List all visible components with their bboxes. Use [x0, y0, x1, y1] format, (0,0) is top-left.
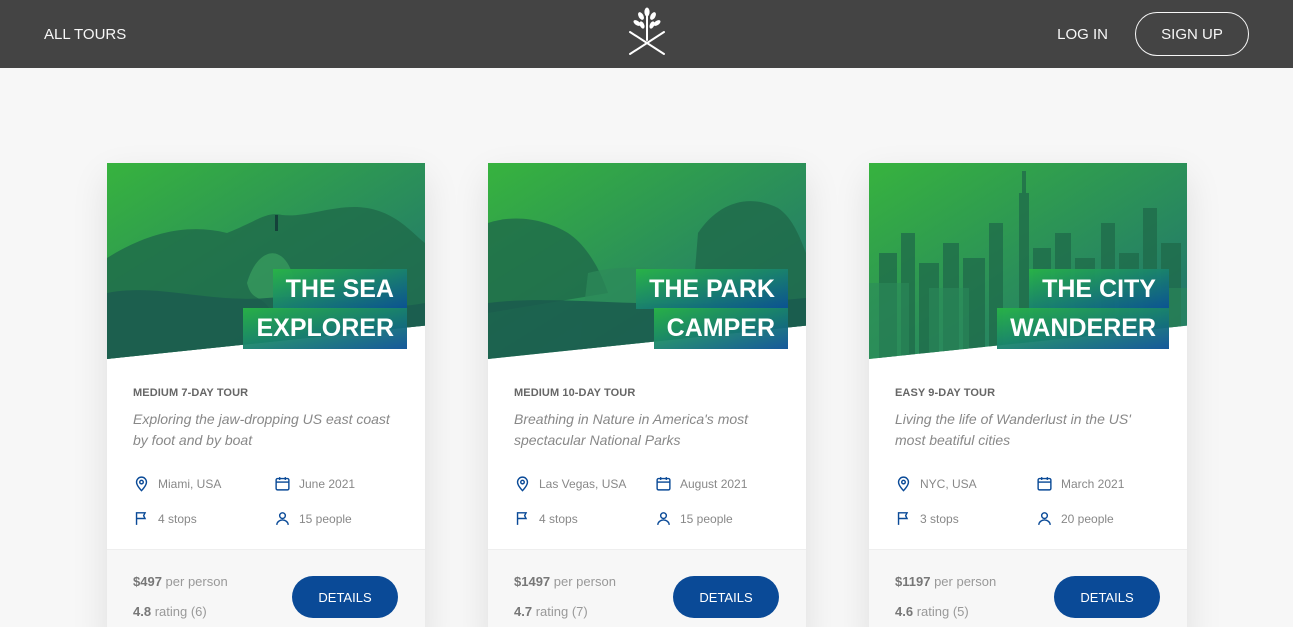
card-footer: $1497 per person 4.7 rating (7) DETAILS — [488, 549, 806, 627]
fact-location: Las Vegas, USA — [514, 474, 655, 493]
tour-price: $1497 per person — [514, 574, 616, 589]
fact-location-text: Las Vegas, USA — [539, 476, 627, 491]
map-pin-icon — [516, 476, 529, 492]
rating-suffix: rating (6) — [154, 604, 207, 619]
tour-title-line2: WANDERER — [997, 308, 1169, 349]
tour-price: $497 per person — [133, 574, 228, 589]
tour-description: Living the life of Wanderlust in the US'… — [895, 411, 1131, 448]
price-value: $1497 — [514, 574, 551, 589]
login-link[interactable]: LOG IN — [1057, 26, 1108, 43]
fact-stops-text: 4 stops — [158, 511, 197, 526]
fact-people-text: 15 people — [299, 511, 352, 526]
tour-title-line2: CAMPER — [653, 308, 788, 349]
card-header: THE SEA EXPLORER — [107, 163, 425, 359]
tour-subheading: MEDIUM 7-DAY TOUR — [133, 387, 249, 399]
calendar-icon — [656, 477, 671, 491]
fact-location-text: Miami, USA — [158, 476, 222, 491]
price-suffix: per person — [553, 574, 616, 589]
tour-facts: NYC, USA March 2021 3 stops 20 people — [895, 474, 1161, 528]
rating-value: 4.8 — [133, 604, 152, 619]
tour-facts: Miami, USA June 2021 4 stops 15 people — [133, 474, 399, 528]
fact-people-text: 15 people — [680, 511, 733, 526]
tour-card: THE SEA EXPLORER MEDIUM 7-DAY TOUR Explo… — [107, 163, 425, 627]
tour-card: THE PARK CAMPER MEDIUM 10-DAY TOUR Breat… — [488, 163, 806, 627]
fact-date: June 2021 — [274, 474, 404, 493]
tour-title-line2: EXPLORER — [243, 308, 407, 349]
fact-date-text: August 2021 — [680, 476, 748, 491]
fact-people-text: 20 people — [1061, 511, 1114, 526]
fact-people: 15 people — [655, 509, 785, 528]
tree-logo-icon[interactable] — [626, 4, 668, 58]
card-footer: $497 per person 4.8 rating (6) DETAILS — [107, 549, 425, 627]
fact-location: Miami, USA — [133, 474, 274, 493]
card-header: THE PARK CAMPER — [488, 163, 806, 359]
card-details: EASY 9-DAY TOUR Living the life of Wande… — [869, 359, 1187, 528]
flag-icon — [516, 512, 528, 525]
user-icon — [276, 512, 289, 525]
rating-suffix: rating (7) — [535, 604, 588, 619]
tour-facts: Las Vegas, USA August 2021 4 stops 15 pe… — [514, 474, 780, 528]
rating-value: 4.6 — [895, 604, 914, 619]
tour-title: THE PARK CAMPER — [636, 269, 788, 349]
user-icon — [657, 512, 670, 525]
tour-rating: 4.8 rating (6) — [133, 604, 207, 619]
fact-stops-text: 4 stops — [539, 511, 578, 526]
fact-location-text: NYC, USA — [920, 476, 977, 491]
fact-date-text: June 2021 — [299, 476, 356, 491]
price-value: $1197 — [895, 574, 931, 589]
card-details: MEDIUM 10-DAY TOUR Breathing in Nature i… — [488, 359, 806, 528]
flag-icon — [135, 512, 147, 525]
tour-title: THE SEA EXPLORER — [243, 269, 407, 349]
price-value: $497 — [133, 574, 162, 589]
tour-rating: 4.6 rating (5) — [895, 604, 969, 619]
calendar-icon — [275, 477, 290, 491]
tour-description: Exploring the jaw-dropping US east coast… — [133, 411, 390, 448]
all-tours-link[interactable]: ALL TOURS — [44, 26, 126, 43]
details-button[interactable]: DETAILS — [673, 576, 779, 618]
auth-nav: LOG IN SIGN UP — [1057, 12, 1249, 56]
tour-title-line1: THE CITY — [1029, 269, 1169, 310]
card-details: MEDIUM 7-DAY TOUR Exploring the jaw-drop… — [107, 359, 425, 528]
fact-stops: 4 stops — [133, 509, 274, 528]
price-suffix: per person — [165, 574, 228, 589]
tour-price: $1197 per person — [895, 574, 996, 589]
tour-rating: 4.7 rating (7) — [514, 604, 588, 619]
rating-suffix: rating (5) — [916, 604, 969, 619]
details-button[interactable]: DETAILS — [292, 576, 398, 618]
tour-title: THE CITY WANDERER — [997, 269, 1169, 349]
tour-card: THE CITY WANDERER EASY 9-DAY TOUR Living… — [869, 163, 1187, 627]
card-header: THE CITY WANDERER — [869, 163, 1187, 359]
user-icon — [1038, 512, 1051, 525]
details-button[interactable]: DETAILS — [1054, 576, 1160, 618]
fact-people: 15 people — [274, 509, 404, 528]
fact-stops: 4 stops — [514, 509, 655, 528]
map-pin-icon — [135, 476, 148, 492]
fact-people: 20 people — [1036, 509, 1166, 528]
tour-title-line1: THE SEA — [272, 269, 407, 310]
signup-button[interactable]: SIGN UP — [1135, 12, 1249, 56]
card-footer: $1197 per person 4.6 rating (5) DETAILS — [869, 549, 1187, 627]
flag-icon — [897, 512, 909, 525]
tour-subheading: MEDIUM 10-DAY TOUR — [514, 387, 636, 399]
fact-date-text: March 2021 — [1061, 476, 1125, 491]
tour-subheading: EASY 9-DAY TOUR — [895, 387, 996, 399]
fact-date: March 2021 — [1036, 474, 1166, 493]
fact-stops-text: 3 stops — [920, 511, 959, 526]
top-nav: ALL TOURS LOG IN SIGN UP — [0, 0, 1293, 68]
tour-title-line1: THE PARK — [636, 269, 788, 310]
rating-value: 4.7 — [514, 604, 533, 619]
map-pin-icon — [897, 476, 910, 492]
fact-location: NYC, USA — [895, 474, 1036, 493]
fact-stops: 3 stops — [895, 509, 1036, 528]
calendar-icon — [1037, 477, 1052, 491]
fact-date: August 2021 — [655, 474, 785, 493]
tour-description: Breathing in Nature in America's most sp… — [514, 411, 749, 448]
price-suffix: per person — [934, 574, 997, 589]
